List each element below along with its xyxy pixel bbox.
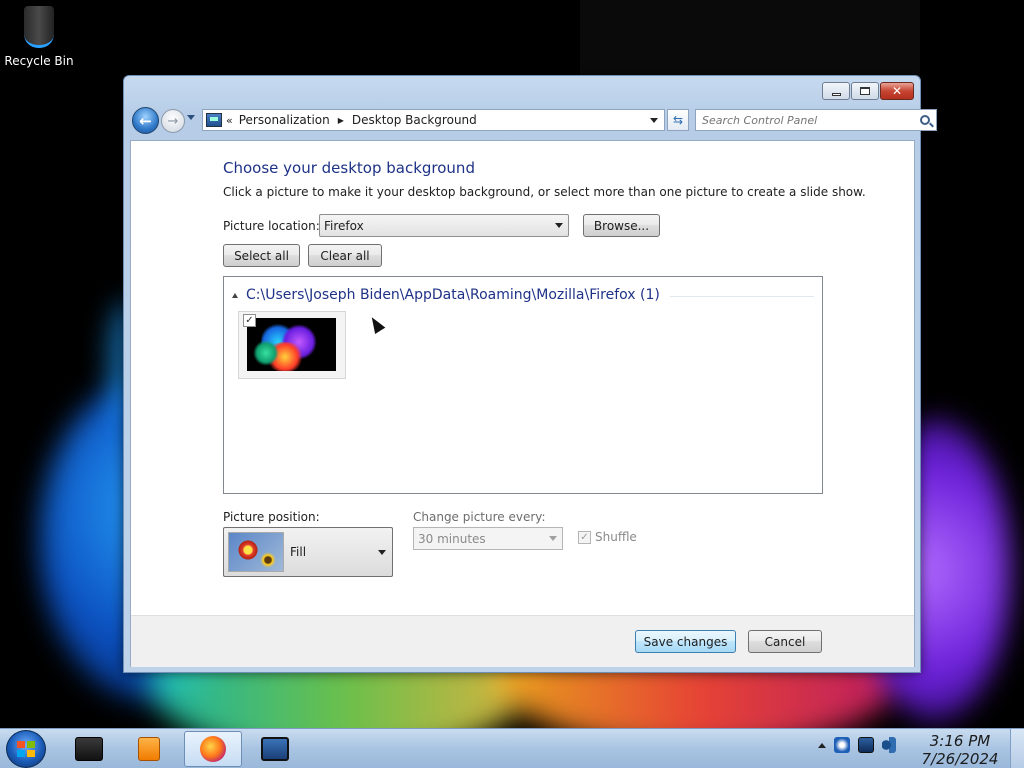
- recent-pages-dropdown[interactable]: [187, 115, 195, 120]
- wallpaper-shape: [580, 0, 920, 80]
- browse-button[interactable]: Browse...: [583, 214, 660, 237]
- picture-location-dropdown[interactable]: Firefox: [319, 214, 569, 237]
- breadcrumb: Personalization ▶ Desktop Background: [239, 113, 477, 127]
- taskbar-firefox[interactable]: [184, 731, 242, 767]
- taskbar-clock[interactable]: 3:16 PM 7/26/2024: [914, 732, 1006, 768]
- caption-buttons: ✕: [821, 82, 914, 100]
- picture-position-dropdown[interactable]: Fill: [223, 527, 393, 577]
- back-button[interactable]: ←: [132, 107, 159, 134]
- picture-location-value: Firefox: [324, 218, 364, 233]
- shuffle-checkbox[interactable]: ✓ Shuffle: [578, 530, 637, 544]
- back-arrow-icon: ←: [139, 111, 152, 130]
- minimize-button[interactable]: [822, 82, 850, 100]
- picture-group-header[interactable]: C:\Users\Joseph Biden\AppData\Roaming\Mo…: [232, 287, 814, 303]
- maximize-icon: [860, 87, 870, 95]
- chevron-left-icon[interactable]: «: [226, 114, 233, 127]
- taskbar-explorer[interactable]: [60, 731, 118, 767]
- recycle-bin-desktop-icon[interactable]: Recycle Bin: [4, 6, 74, 68]
- close-button[interactable]: ✕: [880, 82, 914, 100]
- content-area: Choose your desktop background Click a p…: [130, 140, 915, 667]
- media-player-icon: [138, 737, 160, 761]
- close-icon: ✕: [891, 84, 903, 98]
- search-icon[interactable]: [920, 115, 930, 125]
- picture-list[interactable]: C:\Users\Joseph Biden\AppData\Roaming\Mo…: [223, 276, 823, 494]
- group-divider: [669, 295, 814, 297]
- picture-position-value: Fill: [290, 545, 307, 559]
- picture-position-label: Picture position:: [223, 510, 320, 524]
- picture-position-preview: [228, 532, 284, 572]
- network-icon[interactable]: [858, 737, 874, 753]
- taskbar: 3:16 PM 7/26/2024: [0, 728, 1024, 768]
- dialog-footer: Save changes Cancel: [131, 615, 914, 667]
- picture-location-label: Picture location:: [223, 219, 320, 233]
- shuffle-checkmark[interactable]: ✓: [578, 530, 591, 544]
- control-panel-icon: [206, 113, 222, 127]
- wallpaper-thumbnail[interactable]: ✓: [238, 311, 346, 379]
- show-desktop-button[interactable]: [1010, 729, 1024, 768]
- group-header-path: C:\Users\Joseph Biden\AppData\Roaming\Mo…: [246, 287, 660, 303]
- taskbar-control-panel[interactable]: [246, 731, 304, 767]
- chevron-down-icon: [555, 223, 563, 228]
- chevron-down-icon: [549, 536, 557, 541]
- desktop-background-window: ✕ ← → « Personalization ▶ Desktop Backgr…: [123, 75, 937, 673]
- forward-button[interactable]: →: [161, 109, 185, 133]
- forward-arrow-icon: →: [167, 113, 179, 129]
- address-dropdown-icon[interactable]: [650, 117, 658, 123]
- navigation-bar: ← → « Personalization ▶ Desktop Backgrou…: [130, 106, 937, 134]
- chevron-right-icon[interactable]: ▶: [338, 116, 344, 125]
- address-bar[interactable]: « Personalization ▶ Desktop Background: [202, 109, 665, 131]
- refresh-button[interactable]: ⇆: [667, 109, 689, 131]
- breadcrumb-desktop-background[interactable]: Desktop Background: [352, 113, 477, 127]
- windows-explorer-icon: [75, 737, 103, 761]
- windows-logo-icon: [17, 741, 35, 757]
- taskbar-media-player[interactable]: [120, 731, 178, 767]
- system-tray: [818, 737, 896, 753]
- search-input[interactable]: [702, 113, 912, 127]
- action-center-icon[interactable]: [834, 737, 850, 753]
- clock-time: 3:16 PM: [929, 732, 991, 750]
- refresh-icon: ⇆: [672, 113, 684, 127]
- page-title: Choose your desktop background: [223, 159, 475, 177]
- recycle-bin-icon: [24, 6, 54, 48]
- select-all-button[interactable]: Select all: [223, 244, 300, 267]
- volume-icon[interactable]: [882, 737, 896, 753]
- start-button[interactable]: [6, 730, 46, 768]
- recycle-bin-label: Recycle Bin: [4, 54, 74, 68]
- cancel-button[interactable]: Cancel: [748, 630, 822, 653]
- change-picture-label: Change picture every:: [413, 510, 546, 524]
- firefox-icon: [200, 736, 226, 762]
- maximize-button[interactable]: [851, 82, 879, 100]
- clock-date: 7/26/2024: [921, 750, 999, 768]
- wallpaper-preview-image: [247, 318, 336, 371]
- show-hidden-icons-icon[interactable]: [818, 742, 826, 748]
- change-picture-value: 30 minutes: [418, 531, 486, 546]
- save-changes-button[interactable]: Save changes: [635, 630, 736, 653]
- minimize-icon: [831, 92, 841, 96]
- shuffle-label: Shuffle: [595, 530, 637, 544]
- collapse-icon[interactable]: [232, 292, 238, 298]
- chevron-down-icon: [378, 549, 386, 555]
- clear-all-button[interactable]: Clear all: [308, 244, 382, 267]
- search-box[interactable]: [695, 109, 937, 131]
- change-picture-dropdown[interactable]: 30 minutes: [413, 527, 563, 550]
- page-description: Click a picture to make it your desktop …: [223, 185, 866, 199]
- thumbnail-checkbox[interactable]: ✓: [243, 314, 256, 327]
- breadcrumb-personalization[interactable]: Personalization: [239, 113, 330, 127]
- control-panel-icon: [261, 737, 289, 761]
